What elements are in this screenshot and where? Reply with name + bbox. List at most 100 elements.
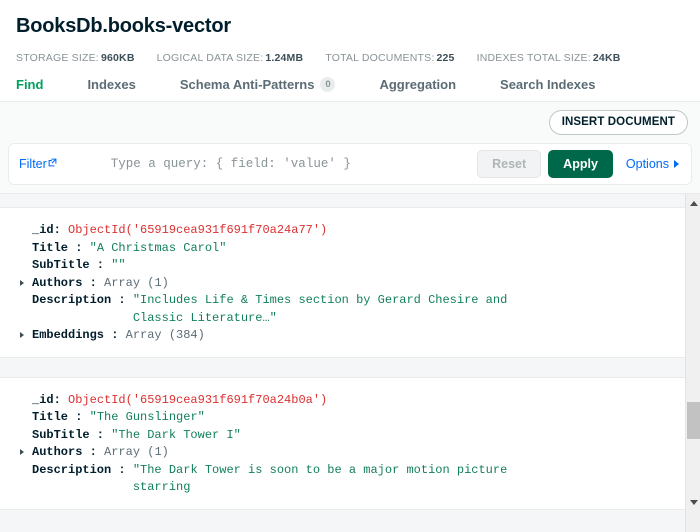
scrollbar-thumb[interactable]: [687, 402, 700, 439]
field-indent-spacer: [20, 257, 32, 262]
tab-label: Find: [16, 77, 44, 92]
field-separator: :: [111, 293, 133, 307]
field-key: Title: [32, 240, 69, 255]
stat-value: 24KB: [592, 52, 621, 64]
filter-label-text: Filter: [19, 157, 47, 171]
external-link-icon: [48, 156, 57, 167]
stat-value: 225: [436, 52, 455, 64]
stat-total-documents: TOTAL DOCUMENTS: 225: [325, 52, 454, 64]
field-key: Authors: [32, 445, 83, 459]
field-key: Description: [32, 462, 112, 477]
field-value: "": [111, 258, 126, 272]
documents-list: _id: ObjectId('65919cea931f691f70a24a77'…: [0, 194, 685, 532]
field-indent-spacer: [20, 292, 32, 297]
page-title: BooksDb.books-vector: [16, 15, 231, 37]
field-separator: :: [68, 240, 90, 255]
stat-value: 960KB: [100, 52, 135, 64]
field-separator: :: [68, 410, 90, 424]
document-field-row: Authors : Array (1): [10, 444, 675, 462]
document-field-row: Embeddings : Array (384): [10, 327, 675, 345]
document-field-row: SubTitle : "": [10, 257, 675, 275]
tab-search-indexes[interactable]: Search Indexes: [500, 77, 595, 101]
stat-label: TOTAL DOCUMENTS:: [325, 52, 435, 64]
field-key: SubTitle: [32, 258, 90, 272]
insert-document-button[interactable]: INSERT DOCUMENT: [548, 110, 688, 135]
field-separator: :: [53, 392, 69, 407]
chevron-right-icon: [20, 279, 24, 286]
expand-field-toggle[interactable]: [20, 444, 32, 455]
collection-header: BooksDb.books-vector STORAGE SIZE: 960KB L…: [0, 0, 700, 101]
field-value: Array (384): [125, 328, 205, 342]
mongodb-compass-collection-view: BooksDb.books-vector STORAGE SIZE: 960KB L…: [0, 0, 700, 532]
document-field-row: Authors : Array (1): [10, 275, 675, 293]
field-value: "The Dark Tower is soon to be a major mo…: [132, 462, 515, 495]
tab-badge: 0: [320, 77, 336, 92]
field-indent-spacer: [20, 427, 32, 432]
field-indent-spacer: [20, 409, 32, 414]
expand-field-toggle[interactable]: [20, 275, 32, 286]
field-value: "The Gunslinger": [89, 410, 205, 424]
document-card[interactable]: _id: ObjectId('65919cea931f691f70a24a77'…: [0, 207, 685, 358]
scroll-up-arrow-icon[interactable]: [686, 196, 700, 211]
document-field-row: _id: ObjectId('65919cea931f691f70a24a77'…: [10, 222, 675, 240]
field-indent-spacer: [20, 222, 32, 227]
field-key: _id: [32, 223, 54, 237]
field-separator: :: [89, 258, 112, 272]
field-key: Authors: [32, 275, 83, 290]
collection-tabs: Find Indexes Schema Anti-Patterns 0 Aggregat…: [16, 77, 684, 101]
apply-query-button[interactable]: Apply: [548, 150, 613, 178]
field-key: SubTitle: [32, 427, 90, 442]
field-separator: :: [111, 462, 133, 477]
expand-field-toggle[interactable]: [20, 327, 32, 338]
stat-label: INDEXES TOTAL SIZE:: [476, 52, 591, 64]
documents-toolbar: INSERT DOCUMENT: [0, 102, 700, 143]
documents-area: _id: ObjectId('65919cea931f691f70a24a77'…: [0, 193, 700, 532]
query-bar: Filter Reset Apply Options: [8, 143, 692, 185]
tab-label: Aggregation: [379, 77, 457, 92]
stat-label: STORAGE SIZE:: [16, 52, 99, 64]
query-options-toggle[interactable]: Options: [626, 157, 679, 171]
field-value: ObjectId('65919cea931f691f70a24a77'): [68, 223, 328, 237]
field-key: Description: [32, 293, 112, 307]
documents-scrollbar[interactable]: [685, 194, 700, 532]
chevron-right-icon: [674, 160, 679, 168]
query-filter-input[interactable]: [62, 153, 478, 175]
collection-stats: STORAGE SIZE: 960KB LOGICAL DATA SIZE: 1.24…: [16, 52, 684, 64]
field-indent-spacer: [20, 240, 32, 245]
tab-label: Search Indexes: [500, 77, 596, 92]
document-field-row: Description : "The Dark Tower is soon to…: [10, 462, 675, 497]
field-value: ObjectId('65919cea931f691f70a24b0a'): [68, 392, 328, 407]
chevron-right-icon: [20, 332, 24, 338]
tab-aggregation[interactable]: Aggregation: [379, 77, 456, 101]
document-field-row: _id: ObjectId('65919cea931f691f70a24b0a'…: [10, 392, 675, 410]
reset-query-button[interactable]: Reset: [477, 150, 542, 178]
field-value: "A Christmas Carol": [89, 240, 227, 255]
field-key: _id: [32, 392, 54, 407]
field-value: "Includes Life & Times section by Gerard…: [132, 293, 515, 325]
filter-docs-link[interactable]: Filter: [13, 157, 63, 171]
document-field-row: Title : "A Christmas Carol": [10, 240, 675, 258]
stat-value: 1.24MB: [265, 52, 304, 64]
field-key: Title: [32, 410, 69, 424]
tab-schema-anti-patterns[interactable]: Schema Anti-Patterns 0: [180, 77, 336, 101]
field-separator: :: [53, 223, 69, 237]
scroll-down-arrow-icon[interactable]: [686, 495, 700, 510]
field-separator: :: [104, 328, 126, 342]
tab-find[interactable]: Find: [16, 77, 43, 101]
tab-label: Indexes: [87, 77, 136, 92]
chevron-right-icon: [20, 449, 24, 455]
document-field-row: Description : "Includes Life & Times sec…: [10, 292, 675, 327]
tab-indexes[interactable]: Indexes: [87, 77, 135, 101]
tab-label: Schema Anti-Patterns: [179, 77, 315, 92]
field-value: Array (1): [104, 275, 169, 290]
stat-storage-size: STORAGE SIZE: 960KB: [16, 52, 135, 64]
field-separator: :: [82, 445, 105, 459]
stat-label: LOGICAL DATA SIZE:: [156, 52, 264, 64]
field-value: Array (1): [104, 445, 169, 459]
field-key: Embeddings: [32, 328, 105, 342]
stat-logical-data-size: LOGICAL DATA SIZE: 1.24MB: [157, 52, 304, 64]
field-separator: :: [89, 427, 112, 442]
field-indent-spacer: [20, 462, 32, 467]
document-card[interactable]: _id: ObjectId('65919cea931f691f70a24b0a'…: [0, 376, 685, 510]
document-field-row: SubTitle : "The Dark Tower I": [10, 427, 675, 445]
